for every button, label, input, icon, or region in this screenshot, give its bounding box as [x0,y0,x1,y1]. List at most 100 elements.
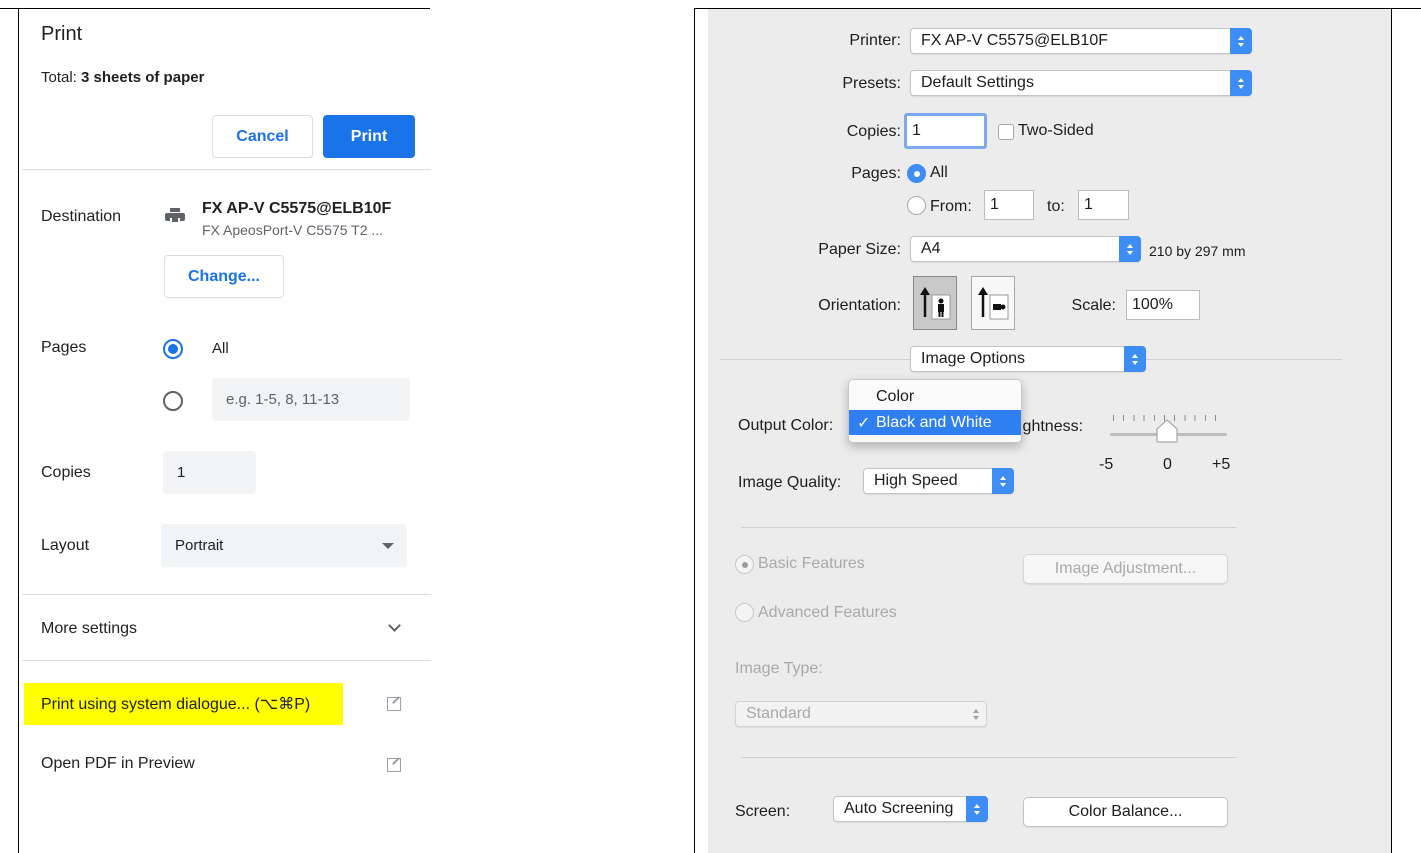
print-button[interactable]: Print [323,115,415,158]
pages-custom-input[interactable]: e.g. 1-5, 8, 11-13 [212,378,410,421]
destination-printer-name: FX AP-V C5575@ELB10F [202,200,392,217]
paper-dimensions: 210 by 297 mm [1149,243,1246,259]
open-pdf-preview-link[interactable]: Open PDF in Preview [41,755,195,773]
popup-stepper-icon [992,468,1014,494]
image-quality-label: Image Quality: [738,474,842,491]
open-external-icon[interactable] [387,697,401,711]
destination-label: Destination [41,208,122,225]
checkmark-icon: ✓ [857,414,871,432]
divider [741,757,1236,758]
presets-value: Default Settings [921,74,1034,91]
screen-label: Screen: [735,803,791,820]
basic-features-label: Basic Features [758,555,865,572]
output-color-menu: Color ✓ Black and White [848,379,1022,443]
pages-label: Pages [41,339,87,356]
destination-printer-model: FX ApeosPort-V C5575 T2 ... [202,222,384,238]
popup-stepper-icon [965,701,987,727]
paper-size-label: Paper Size: [818,241,901,258]
divider [22,594,431,595]
image-quality-popup[interactable]: High Speed [863,468,1014,494]
printer-icon [165,208,185,224]
chrome-print-panel: Print Total: 3 sheets of paper Cancel Pr… [19,9,694,853]
change-destination-button[interactable]: Change... [164,255,284,298]
presets-label: Presets: [842,75,901,92]
system-dialogue-link[interactable]: Print using system dialogue... (⌥⌘P) [41,694,310,714]
screen-value: Auto Screening [844,800,954,817]
chevron-down-icon[interactable] [388,619,401,632]
portrait-icon [920,287,951,320]
divider [22,169,431,170]
basic-features-radio[interactable] [735,555,754,574]
pages-to-label: to: [1047,198,1065,215]
divider [741,527,1236,528]
pages-from-label: From: [930,198,972,215]
pages-all-label: All [212,340,229,357]
presets-popup[interactable]: Default Settings [910,70,1252,96]
more-settings-label[interactable]: More settings [41,620,137,638]
brightness-label: ightness: [1019,418,1084,435]
menu-item-black-and-white[interactable]: ✓ Black and White [849,410,1021,435]
copies-input[interactable]: 1 [163,451,256,494]
popup-stepper-icon [1230,28,1252,54]
print-title: Print [41,23,83,45]
two-sided-label: Two-Sided [1018,122,1094,139]
brightness-slider-knob[interactable] [1156,419,1178,443]
landscape-icon [978,287,1009,320]
advanced-features-label: Advanced Features [758,604,897,621]
pages-to-field[interactable]: 1 [1078,190,1129,220]
paper-size-value: A4 [921,240,941,257]
pages-all-label: All [930,164,948,181]
screen-popup[interactable]: Auto Screening [833,796,988,822]
popup-stepper-icon [966,796,988,822]
frame-right-border [1391,8,1392,853]
total-sheets: Total: 3 sheets of paper [41,69,204,86]
pages-custom-radio[interactable] [163,391,183,411]
scale-field[interactable]: 100% [1126,290,1200,320]
copies-label: Copies [41,464,91,481]
image-adjustment-button[interactable]: Image Adjustment... [1023,554,1228,584]
orientation-label: Orientation: [818,297,901,314]
pages-from-field[interactable]: 1 [984,190,1034,220]
pages-from-radio[interactable] [907,196,926,215]
brightness-min: -5 [1099,456,1114,473]
two-sided-checkbox[interactable] [998,124,1014,140]
dropdown-arrow-icon [382,543,394,549]
printer-label: Printer: [849,32,901,49]
brightness-mid: 0 [1163,456,1172,473]
paper-size-popup[interactable]: A4 [910,236,1141,262]
image-type-popup[interactable]: Standard [735,701,987,727]
pages-all-radio[interactable] [163,339,183,359]
brightness-max: +5 [1212,456,1231,473]
cancel-button[interactable]: Cancel [212,115,313,158]
pages-label: Pages: [851,165,901,182]
copies-label: Copies: [846,123,901,140]
popup-stepper-icon [1124,346,1146,372]
image-type-value: Standard [746,705,811,722]
total-value: 3 sheets of paper [81,69,205,86]
scale-label: Scale: [1071,297,1116,314]
layout-select[interactable]: Portrait [161,524,407,567]
open-external-icon[interactable] [387,758,401,772]
printer-popup[interactable]: FX AP-V C5575@ELB10F [910,28,1252,54]
pages-all-radio[interactable] [907,164,926,183]
layout-label: Layout [41,537,90,554]
color-balance-button[interactable]: Color Balance... [1023,797,1228,827]
image-options-popup[interactable]: Image Options [910,346,1146,372]
popup-stepper-icon [1230,70,1252,96]
macos-print-dialog: Printer: FX AP-V C5575@ELB10F Presets: D… [708,9,1391,853]
printer-value: FX AP-V C5575@ELB10F [921,32,1108,49]
image-options-value: Image Options [921,350,1026,367]
menu-item-color[interactable]: Color [849,384,1021,409]
copies-field[interactable]: 1 [904,113,987,149]
landscape-orientation-button[interactable] [971,276,1015,330]
frame-middle-border [694,8,695,853]
total-label: Total: [41,69,82,86]
popup-stepper-icon [1119,236,1141,262]
portrait-orientation-button[interactable] [913,276,957,330]
image-quality-value: High Speed [874,472,958,489]
output-color-label: Output Color: [738,417,834,434]
layout-value: Portrait [175,537,224,554]
divider [22,660,431,661]
menu-item-label: Black and White [876,413,992,431]
advanced-features-radio[interactable] [735,603,754,622]
